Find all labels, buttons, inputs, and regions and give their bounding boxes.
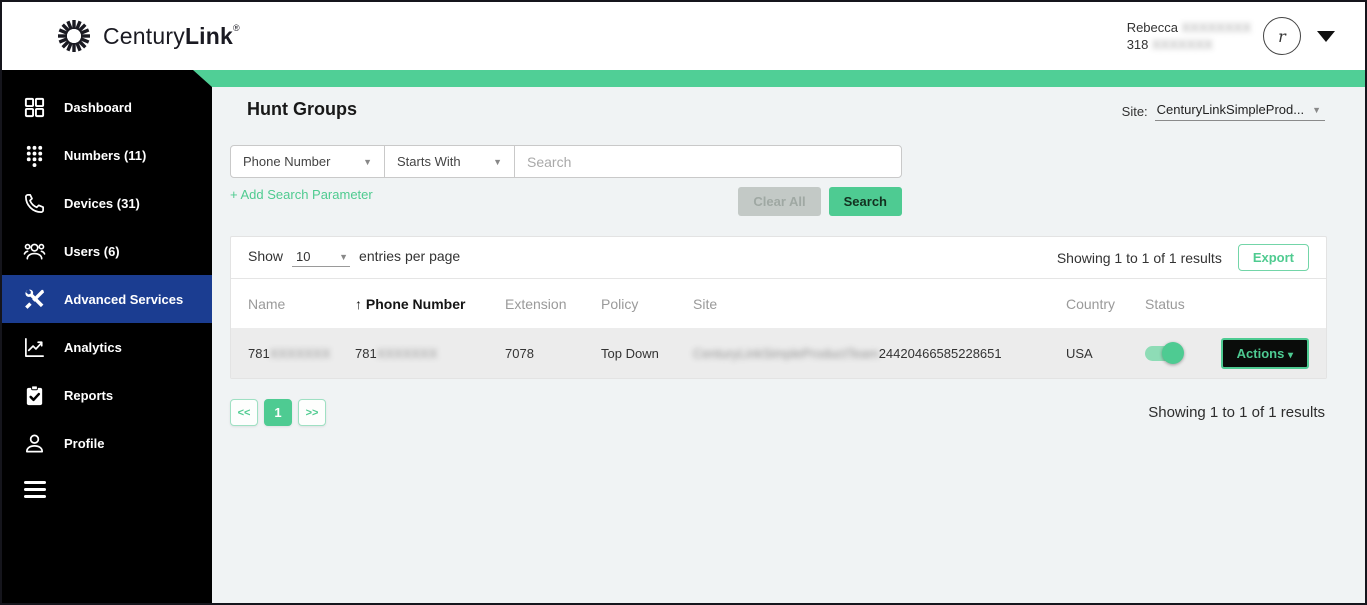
pagination-last-button[interactable]: >>	[298, 399, 326, 426]
cell-status	[1145, 341, 1215, 364]
dialpad-icon	[23, 144, 46, 167]
actions-button[interactable]: Actions ▾	[1220, 337, 1309, 369]
sidebar-item-label: Advanced Services	[64, 291, 184, 307]
pagination: << 1 >>	[230, 399, 326, 426]
clipboard-check-icon	[23, 384, 46, 407]
export-button[interactable]: Export	[1237, 244, 1309, 271]
site-dropdown[interactable]: CenturyLinkSimpleProd... ▼	[1154, 102, 1325, 121]
hunt-groups-table-card: Show 10 ▼ entries per page Showing 1 to …	[230, 236, 1327, 379]
chevron-down-icon: ▼	[363, 156, 372, 167]
search-button[interactable]: Search	[828, 187, 902, 216]
sidebar-item-analytics[interactable]: Analytics	[2, 323, 212, 371]
show-label: Show	[248, 248, 284, 264]
sidebar-item-users[interactable]: Users (6)	[2, 227, 212, 275]
add-search-parameter-link[interactable]: + Add Search Parameter	[230, 187, 373, 202]
user-account-area: Rebecca XXXXXXXX 318 XXXXXXX r	[1127, 17, 1335, 55]
search-filter-bar: Phone Number ▼ Starts With ▼	[230, 145, 902, 178]
sidebar-item-reports[interactable]: Reports	[2, 371, 212, 419]
site-selector: Site: CenturyLinkSimpleProd... ▼	[1122, 102, 1325, 121]
user-name: Rebecca	[1126, 20, 1178, 35]
centurylink-logo: CenturyLink®	[55, 17, 240, 55]
sidebar-item-dashboard[interactable]: Dashboard	[2, 83, 212, 131]
cell-country: USA	[1066, 345, 1093, 361]
clear-all-button[interactable]: Clear All	[738, 187, 821, 216]
column-header-status[interactable]: Status	[1145, 296, 1215, 312]
sidebar-item-profile[interactable]: Profile	[2, 419, 212, 467]
sidebar-item-label: Reports	[64, 387, 114, 403]
person-icon	[23, 432, 46, 455]
menu-collapse-icon[interactable]	[24, 481, 212, 498]
chevron-down-icon: ▼	[1312, 104, 1321, 115]
search-input[interactable]	[515, 146, 901, 177]
filter-operator-dropdown[interactable]: Starts With ▼	[385, 146, 515, 177]
status-toggle[interactable]	[1145, 341, 1184, 364]
sidebar-item-devices[interactable]: Devices (31)	[2, 179, 212, 227]
user-phone-redacted: XXXXXXX	[1152, 37, 1213, 52]
pagination-page-1-button[interactable]: 1	[264, 399, 292, 426]
brand-name: CenturyLink®	[103, 22, 240, 49]
page-size-control: Show 10 ▼ entries per page	[248, 248, 460, 267]
column-header-extension[interactable]: Extension	[505, 296, 601, 312]
column-header-site[interactable]: Site	[693, 296, 1066, 312]
cell-name: 781XXXXXXX	[248, 345, 331, 361]
sidebar-nav: Dashboard Numbers (11) Devices (31) User…	[2, 70, 212, 603]
account-menu-caret-icon[interactable]	[1317, 30, 1335, 42]
sidebar-item-label: Profile	[64, 435, 105, 451]
sidebar-item-label: Dashboard	[64, 99, 132, 115]
sidebar-item-label: Numbers (11)	[64, 147, 147, 163]
main-content: Hunt Groups Site: CenturyLinkSimpleProd.…	[212, 87, 1365, 603]
sidebar-item-advanced-services[interactable]: Advanced Services	[2, 275, 212, 323]
cell-actions: Actions ▾	[1215, 337, 1309, 369]
column-header-policy[interactable]: Policy	[601, 296, 693, 312]
results-summary-bottom: Showing 1 to 1 of 1 results	[1148, 404, 1325, 421]
centurylink-burst-icon	[58, 20, 90, 52]
analytics-icon	[23, 336, 46, 359]
results-summary: Showing 1 to 1 of 1 results	[1056, 249, 1222, 266]
pagination-first-button[interactable]: <<	[230, 399, 258, 426]
sidebar-item-label: Analytics	[64, 339, 122, 355]
cell-phone-number: 781XXXXXXX	[355, 345, 438, 361]
top-header: CenturyLink® Rebecca XXXXXXXX 318 XXXXXX…	[2, 2, 1365, 70]
column-header-country[interactable]: Country	[1066, 296, 1145, 312]
user-info: Rebecca XXXXXXXX 318 XXXXXXX	[1127, 19, 1251, 53]
sort-ascending-icon: ↑	[355, 295, 362, 312]
phone-icon	[23, 192, 46, 215]
page-title: Hunt Groups	[247, 99, 357, 119]
sidebar-item-numbers[interactable]: Numbers (11)	[2, 131, 212, 179]
cell-policy: Top Down	[601, 345, 659, 361]
column-header-name[interactable]: Name	[248, 296, 355, 312]
cell-extension: 7078	[505, 345, 534, 361]
tools-icon	[23, 288, 46, 311]
avatar[interactable]: r	[1263, 17, 1301, 55]
filter-field-dropdown[interactable]: Phone Number ▼	[231, 146, 385, 177]
cell-site: CenturyLinkSimpleProductTeam244204665852…	[693, 345, 1002, 361]
chevron-down-icon: ▾	[1287, 349, 1293, 361]
user-name-redacted: XXXXXXXX	[1181, 20, 1251, 35]
page-size-dropdown[interactable]: 10 ▼	[292, 249, 351, 267]
entries-label: entries per page	[359, 248, 461, 264]
accent-bar	[212, 70, 1365, 87]
toggle-knob	[1162, 341, 1184, 364]
user-phone: 318	[1126, 37, 1149, 52]
chevron-down-icon: ▼	[493, 156, 502, 167]
dashboard-grid-icon	[23, 96, 46, 119]
users-icon	[23, 240, 46, 263]
table-header-row: Name ↑ Phone Number Extension Policy Sit…	[231, 278, 1326, 328]
site-label: Site:	[1121, 104, 1148, 119]
app-window: CenturyLink® Rebecca XXXXXXXX 318 XXXXXX…	[0, 0, 1367, 605]
table-row: 781XXXXXXX 781XXXXXXX 7078 Top Down Cent…	[231, 328, 1326, 378]
chevron-down-icon: ▼	[339, 251, 349, 262]
sidebar-item-label: Devices (31)	[64, 195, 140, 211]
column-header-phone-number[interactable]: ↑ Phone Number	[355, 296, 505, 312]
sidebar-item-label: Users (6)	[64, 243, 120, 259]
